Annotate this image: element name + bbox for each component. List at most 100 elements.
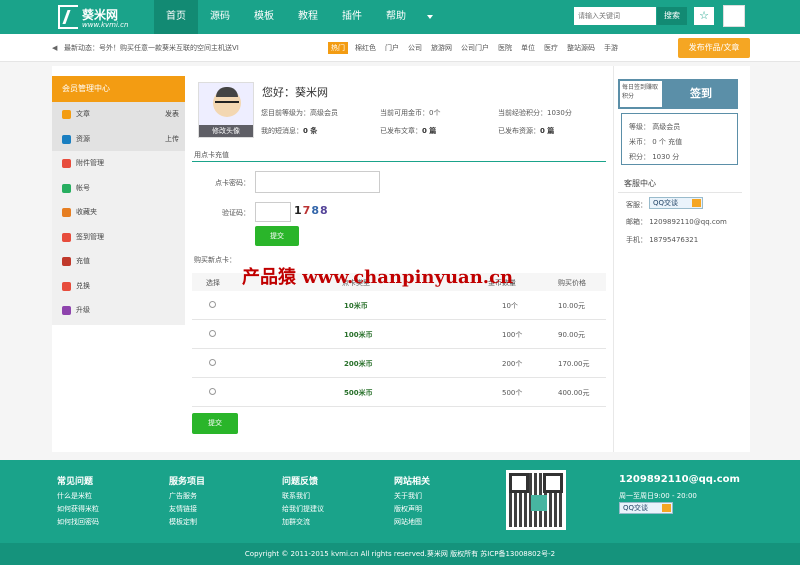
tag-link[interactable]: 医院 <box>498 43 512 53</box>
footer-col-services: 服务项目 广告服务 友情链接 模板定制 <box>169 474 205 529</box>
select-radio[interactable] <box>209 330 216 337</box>
sidebar-item-label: 文章 <box>76 110 90 118</box>
column-divider <box>613 66 614 452</box>
site-logo[interactable]: 葵米网 www.kvmi.cn <box>58 5 128 31</box>
sign-in-box: 每日签到赚取积分 签到 <box>618 79 738 109</box>
footer-link[interactable]: 版权声明 <box>394 503 430 516</box>
sidebar-item-account[interactable]: 帐号 <box>52 176 185 201</box>
buy-title: 购买新点卡： <box>194 256 236 264</box>
nav-source[interactable]: 源码 <box>198 0 242 34</box>
summary-points: 积分： 1030 分 <box>629 153 680 161</box>
header-price: 购买价格 <box>558 279 586 287</box>
sidebar-item-attachments[interactable]: 附件管理 <box>52 151 185 176</box>
footer-col-site: 网站相关 关于我们 版权声明 网站地图 <box>394 474 430 529</box>
footer-link[interactable]: 联系我们 <box>282 490 324 503</box>
footer-link[interactable]: 加群交流 <box>282 516 324 529</box>
tag-link[interactable]: 医疗 <box>544 43 558 53</box>
nav-home[interactable]: 首页 <box>154 0 198 34</box>
footer-col-feedback: 问题反馈 联系我们 给我们提建议 加群交流 <box>282 474 324 529</box>
card-password-input[interactable] <box>255 171 380 193</box>
footer-qq-button[interactable]: QQ交谈 <box>619 502 673 514</box>
select-radio[interactable] <box>209 359 216 366</box>
footer-col-title: 服务项目 <box>169 477 206 487</box>
table-row[interactable]: 100米币 100个 90.00元 <box>192 320 606 349</box>
captcha-image[interactable]: 1788 <box>294 204 329 217</box>
table-row[interactable]: 200米币 200个 170.00元 <box>192 349 606 378</box>
footer-link[interactable]: 友情链接 <box>169 503 205 516</box>
footer-hours: 周一至周日9:00 - 20:00 <box>619 492 697 500</box>
table-row[interactable]: 10米币 10个 10.00元 <box>192 291 606 320</box>
recharge-submit-button[interactable]: 提交 <box>255 226 299 246</box>
star-icon[interactable]: ☆ <box>694 7 714 25</box>
card-price: 10.00元 <box>558 302 586 310</box>
qq-chat-button[interactable]: QQ交谈 <box>649 197 703 209</box>
footer-link[interactable]: 什么是米粒 <box>57 490 99 503</box>
sidebar-item-label: 附件管理 <box>76 159 104 167</box>
tag-link[interactable]: 整站源码 <box>567 43 595 53</box>
upload-link[interactable]: 上传 <box>165 127 179 152</box>
profile-avatar[interactable]: 修改头像 <box>198 82 254 138</box>
tag-link[interactable]: 旅游网 <box>431 43 452 53</box>
select-radio[interactable] <box>209 301 216 308</box>
footer-link[interactable]: 网站地图 <box>394 516 430 529</box>
nav-plugins[interactable]: 插件 <box>330 0 374 34</box>
sidebar-item-upgrade[interactable]: 升级 <box>52 298 185 323</box>
main-nav: 首页 源码 模板 教程 插件 帮助 <box>154 0 442 34</box>
tag-link[interactable]: 手游 <box>604 43 618 53</box>
tag-link[interactable]: 门户 <box>385 43 399 53</box>
buy-submit-button[interactable]: 提交 <box>192 413 238 434</box>
service-email: 邮箱： 1209892110@qq.com <box>626 218 727 226</box>
news-bar: ◀ 最新动态：号外！购买任意一款葵米互联的空间主机送VI 热门 棉红色 门户 公… <box>0 34 800 62</box>
chevron-down-icon[interactable] <box>418 0 442 34</box>
articles-label: 已发布文章： <box>380 127 422 135</box>
footer-link[interactable]: 关于我们 <box>394 490 430 503</box>
sidebar-item-label: 收藏夹 <box>76 208 97 216</box>
exchange-icon <box>62 281 71 291</box>
publish-button[interactable]: 发布作品/文章 <box>678 38 750 58</box>
table-row[interactable]: 500米币 500个 400.00元 <box>192 378 606 407</box>
search-button[interactable]: 搜索 <box>657 7 687 25</box>
sidebar-item-recharge[interactable]: 充值 <box>52 249 185 274</box>
card-price: 170.00元 <box>558 360 590 368</box>
coin-count: 10个 <box>502 302 518 310</box>
publish-link[interactable]: 发表 <box>165 102 179 127</box>
summary-coins[interactable]: 米币： 0 个 充值 <box>629 137 682 147</box>
sidebar-item-resources[interactable]: 资源 上传 <box>52 126 185 152</box>
card-price: 90.00元 <box>558 331 586 339</box>
sidebar-item-favorites[interactable]: 收藏夹 <box>52 200 185 225</box>
footer-link[interactable]: 模板定制 <box>169 516 205 529</box>
top-navbar: 葵米网 www.kvmi.cn 首页 源码 模板 教程 插件 帮助 搜索 ☆ <box>0 0 800 34</box>
edit-avatar-button[interactable]: 修改头像 <box>199 125 253 137</box>
hot-tags: 棉红色 门户 公司 旅游网 公司门户 医院 单位 医疗 整站源码 手游 <box>355 43 618 53</box>
tag-link[interactable]: 公司 <box>408 43 422 53</box>
sign-in-button[interactable]: 签到 <box>668 81 734 107</box>
footer-link[interactable]: 给我们提建议 <box>282 503 324 516</box>
captcha-input[interactable] <box>255 202 291 222</box>
select-radio[interactable] <box>209 388 216 395</box>
resources-label: 已发布资源： <box>498 127 540 135</box>
user-messages[interactable]: 我的短消息：0 条 <box>261 126 317 136</box>
footer-link[interactable]: 如何获得米粒 <box>57 503 99 516</box>
nav-help[interactable]: 帮助 <box>374 0 418 34</box>
tag-link[interactable]: 棉红色 <box>355 43 376 53</box>
tag-link[interactable]: 公司门户 <box>461 43 489 53</box>
search-input[interactable] <box>574 7 656 25</box>
user-resources: 已发布资源：0 篇 <box>498 126 554 136</box>
footer-link[interactable]: 如何找回密码 <box>57 516 99 529</box>
member-center: 会员管理中心 文章 发表 资源 上传 附件管理 帐号 收藏夹 签到管理 充值 兑换 … <box>52 66 750 452</box>
sidebar-item-exchange[interactable]: 兑换 <box>52 274 185 299</box>
nav-tutorials[interactable]: 教程 <box>286 0 330 34</box>
user-avatar[interactable] <box>723 5 745 27</box>
logo-domain: www.kvmi.cn <box>82 21 129 29</box>
sidebar-item-signin[interactable]: 签到管理 <box>52 225 185 250</box>
tag-link[interactable]: 单位 <box>521 43 535 53</box>
service-divider <box>618 192 742 193</box>
nav-templates[interactable]: 模板 <box>242 0 286 34</box>
logo-k-icon <box>58 5 78 29</box>
qr-code <box>506 470 566 530</box>
favorites-icon <box>62 208 71 217</box>
sidebar-item-articles[interactable]: 文章 发表 <box>52 102 185 127</box>
footer-link[interactable]: 广告服务 <box>169 490 205 503</box>
news-text[interactable]: 最新动态：号外！购买任意一款葵米互联的空间主机送VI <box>64 43 239 53</box>
sidebar-title: 会员管理中心 <box>52 76 185 102</box>
